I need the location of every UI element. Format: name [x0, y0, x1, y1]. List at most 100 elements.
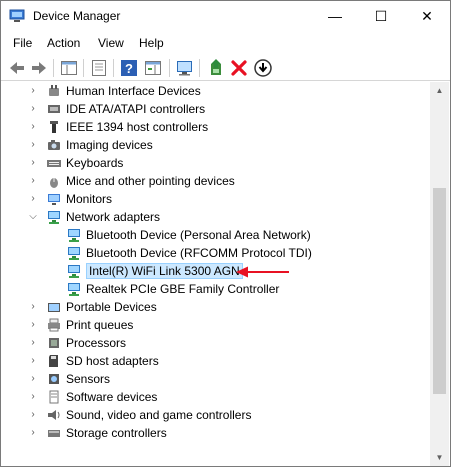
chevron-right-icon[interactable]: ›	[28, 86, 38, 96]
scroll-down-icon[interactable]: ▼	[430, 449, 449, 466]
processor-icon	[49, 338, 59, 348]
vertical-scrollbar[interactable]: ▲ ▼	[430, 82, 449, 466]
scroll-up-icon[interactable]: ▲	[430, 82, 449, 99]
properties-icon[interactable]	[89, 58, 109, 78]
close-button[interactable]: ✕	[404, 1, 450, 31]
scan-hardware-icon[interactable]	[175, 58, 195, 78]
chevron-right-icon[interactable]: ›	[28, 104, 38, 114]
monitor-icon	[48, 194, 60, 205]
toolbar-separator	[199, 59, 200, 77]
menu-help[interactable]: Help	[139, 36, 164, 50]
network-adapter-icon	[68, 229, 80, 242]
tree-category-item[interactable]: › Sensors	[4, 370, 429, 388]
chevron-right-icon[interactable]: ›	[28, 320, 38, 330]
storage-controller-icon	[48, 430, 60, 437]
network-adapter-icon	[68, 247, 80, 260]
update-driver-icon[interactable]	[207, 58, 227, 78]
action-pane-icon[interactable]	[143, 58, 163, 78]
network-adapter-icon	[48, 211, 60, 224]
toolbar: ?	[1, 55, 450, 81]
maximize-button[interactable]: ☐	[358, 1, 404, 31]
chevron-right-icon[interactable]: ›	[28, 140, 38, 150]
tree-category-item[interactable]: › Human Interface Devices	[4, 82, 429, 100]
tree-category-item[interactable]: › SD host adapters	[4, 352, 429, 370]
hid-icon	[49, 85, 59, 96]
keyboard-icon	[47, 160, 61, 167]
tree-item-label: Software devices	[66, 390, 158, 404]
software-device-icon	[49, 390, 59, 404]
tree-item-label: Sound, video and game controllers	[66, 408, 252, 422]
tree-item-label: Processors	[66, 336, 127, 350]
scrollbar-thumb[interactable]	[433, 188, 446, 394]
tree-category-item[interactable]: › Software devices	[4, 388, 429, 406]
tree-category-item[interactable]: › Processors	[4, 334, 429, 352]
disable-device-icon[interactable]	[253, 58, 273, 78]
device-manager-app-icon	[9, 9, 25, 22]
portable-device-icon	[48, 303, 60, 312]
tree-item-label: Network adapters	[66, 210, 161, 224]
back-icon[interactable]	[7, 58, 27, 78]
tree-item-label: Bluetooth Device (RFCOMM Protocol TDI)	[86, 246, 312, 260]
chevron-right-icon[interactable]: ›	[28, 410, 38, 420]
device-tree: › Human Interface Devices › IDE ATA/ATAPI c…	[4, 82, 429, 466]
toolbar-separator	[53, 59, 54, 77]
chevron-right-icon[interactable]: ›	[28, 338, 38, 348]
chevron-right-icon[interactable]: ›	[28, 356, 38, 366]
tree-child-item[interactable]: Realtek PCIe GBE Family Controller	[4, 280, 429, 298]
tree-child-item[interactable]: Bluetooth Device (Personal Area Network)	[4, 226, 429, 244]
menu-bar: File Action View Help	[1, 32, 450, 54]
tree-item-label: Monitors	[66, 192, 113, 206]
chevron-right-icon[interactable]: ›	[28, 392, 38, 402]
toolbar-separator	[169, 59, 170, 77]
speaker-icon	[48, 410, 60, 420]
tree-item-label: Sensors	[66, 372, 111, 386]
chevron-right-icon[interactable]: ›	[28, 176, 38, 186]
tree-item-label: Mice and other pointing devices	[66, 174, 235, 188]
menu-view[interactable]: View	[98, 36, 124, 50]
toolbar-separator	[83, 59, 84, 77]
tree-category-item[interactable]: ⌵ Network adapters	[4, 208, 429, 226]
tree-category-item[interactable]: › Mice and other pointing devices	[4, 172, 429, 190]
tree-child-item[interactable]: Bluetooth Device (RFCOMM Protocol TDI)	[4, 244, 429, 262]
tree-category-item[interactable]: › IDE ATA/ATAPI controllers	[4, 100, 429, 118]
tree-item-label: Storage controllers	[66, 426, 167, 440]
printer-icon	[48, 318, 60, 332]
tree-category-item[interactable]: › Portable Devices	[4, 298, 429, 316]
tree-category-item[interactable]: › Monitors	[4, 190, 429, 208]
minimize-button[interactable]: —	[312, 1, 358, 31]
menu-file[interactable]: File	[13, 36, 32, 50]
sd-card-icon	[49, 355, 58, 367]
ieee1394-icon	[50, 121, 58, 133]
title-bar[interactable]: Device Manager — ☐ ✕	[1, 1, 450, 31]
svg-text:?: ?	[125, 61, 133, 76]
chevron-right-icon[interactable]: ›	[28, 194, 38, 204]
chevron-right-icon[interactable]: ›	[28, 374, 38, 384]
camera-icon	[48, 140, 60, 150]
tree-item-label: Human Interface Devices	[66, 84, 201, 98]
tree-category-item[interactable]: › Imaging devices	[4, 136, 429, 154]
uninstall-icon[interactable]	[229, 58, 249, 78]
chevron-down-icon[interactable]: ⌵	[28, 212, 38, 222]
tree-item-label: Portable Devices	[66, 300, 157, 314]
toolbar-separator	[113, 59, 114, 77]
tree-category-item[interactable]: › Keyboards	[4, 154, 429, 172]
tree-item-label: IDE ATA/ATAPI controllers	[66, 102, 206, 116]
tree-category-item[interactable]: › Print queues	[4, 316, 429, 334]
tree-category-item[interactable]: › IEEE 1394 host controllers	[4, 118, 429, 136]
tree-item-label: SD host adapters	[66, 354, 159, 368]
menu-action[interactable]: Action	[47, 36, 80, 50]
show-hide-console-tree-icon[interactable]	[59, 58, 79, 78]
help-icon[interactable]: ?	[119, 58, 139, 78]
tree-category-item[interactable]: › Storage controllers	[4, 424, 429, 442]
chevron-right-icon[interactable]: ›	[28, 122, 38, 132]
device-manager-window: Device Manager — ☐ ✕ File Action View He…	[0, 0, 451, 467]
chevron-right-icon[interactable]: ›	[28, 158, 38, 168]
tree-category-item[interactable]: › Sound, video and game controllers	[4, 406, 429, 424]
chevron-right-icon[interactable]: ›	[28, 428, 38, 438]
tree-item-label: Keyboards	[66, 156, 124, 170]
network-adapter-icon	[68, 283, 80, 296]
forward-icon[interactable]	[29, 58, 49, 78]
tree-item-label: Realtek PCIe GBE Family Controller	[86, 282, 280, 296]
chevron-right-icon[interactable]: ›	[28, 302, 38, 312]
tree-child-item[interactable]: Intel(R) WiFi Link 5300 AGN	[4, 262, 429, 280]
